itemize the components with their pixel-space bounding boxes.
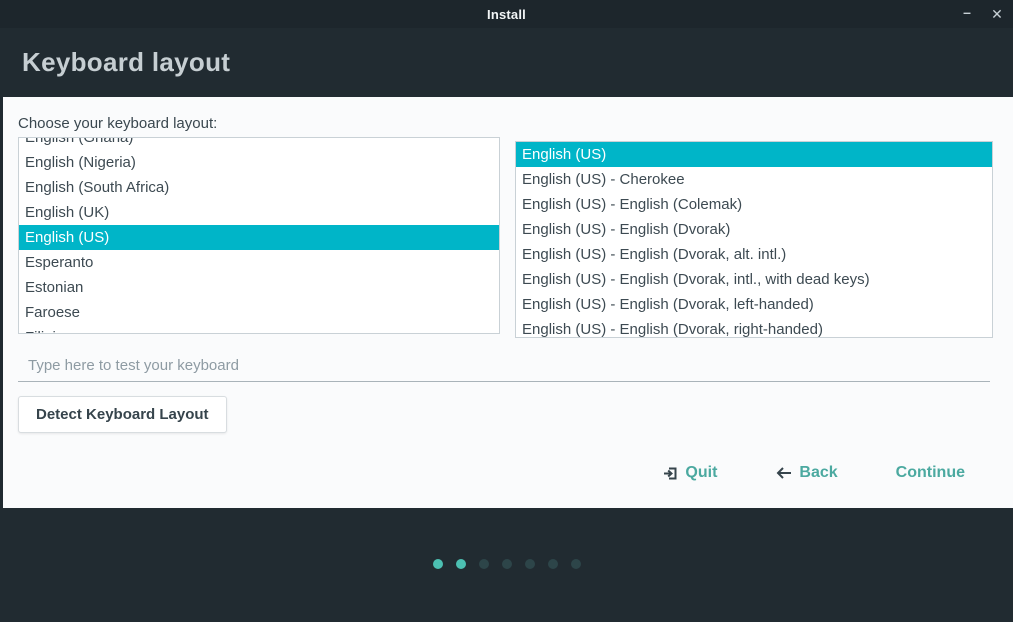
variant-option[interactable]: English (US) - English (Dvorak, alt. int… bbox=[516, 242, 992, 267]
continue-label: Continue bbox=[896, 464, 965, 482]
progress-dot bbox=[548, 559, 558, 569]
layout-listbox[interactable]: English (Ghana)English (Nigeria)English … bbox=[18, 137, 500, 334]
back-label: Back bbox=[799, 464, 837, 482]
quit-button[interactable]: Quit bbox=[662, 464, 717, 482]
content-panel: Choose your keyboard layout: English (Gh… bbox=[0, 97, 1013, 508]
titlebar: Install – ✕ bbox=[0, 0, 1013, 28]
keyboard-lists: English (Ghana)English (Nigeria)English … bbox=[18, 137, 993, 338]
layout-option[interactable]: Filipino bbox=[19, 325, 499, 334]
footer bbox=[0, 508, 1013, 622]
back-button[interactable]: Back bbox=[775, 464, 837, 482]
minimize-icon[interactable]: – bbox=[959, 4, 975, 20]
window-controls: – ✕ bbox=[959, 0, 1005, 28]
wizard-actions: Quit Back Continue bbox=[662, 464, 965, 482]
progress-dot bbox=[433, 559, 443, 569]
layout-option[interactable]: English (Nigeria) bbox=[19, 150, 499, 175]
layout-option[interactable]: Esperanto bbox=[19, 250, 499, 275]
variant-listbox[interactable]: English (US)English (US) - CherokeeEngli… bbox=[515, 141, 993, 338]
layout-option[interactable]: English (Ghana) bbox=[19, 137, 499, 150]
progress-dot bbox=[456, 559, 466, 569]
layout-option[interactable]: Estonian bbox=[19, 275, 499, 300]
window-title: Install bbox=[487, 7, 526, 22]
variant-option[interactable]: English (US) - English (Dvorak) bbox=[516, 217, 992, 242]
quit-exit-icon bbox=[662, 465, 679, 482]
variant-option[interactable]: English (US) - English (Dvorak, left-han… bbox=[516, 292, 992, 317]
variant-option[interactable]: English (US) - English (Dvorak, intl., w… bbox=[516, 267, 992, 292]
layout-option[interactable]: English (UK) bbox=[19, 200, 499, 225]
page-header: Keyboard layout bbox=[0, 28, 1013, 97]
quit-label: Quit bbox=[685, 464, 717, 482]
progress-dot bbox=[502, 559, 512, 569]
progress-dot bbox=[571, 559, 581, 569]
progress-dot bbox=[479, 559, 489, 569]
continue-button[interactable]: Continue bbox=[896, 464, 965, 482]
detect-keyboard-layout-button[interactable]: Detect Keyboard Layout bbox=[18, 396, 227, 433]
layout-option[interactable]: Faroese bbox=[19, 300, 499, 325]
progress-dot bbox=[525, 559, 535, 569]
keyboard-test-input[interactable] bbox=[18, 349, 990, 382]
progress-dots bbox=[433, 559, 581, 569]
layout-option[interactable]: English (US) bbox=[19, 225, 499, 250]
keyboard-layout-prompt: Choose your keyboard layout: bbox=[18, 97, 993, 132]
variant-option[interactable]: English (US) - English (Dvorak, right-ha… bbox=[516, 317, 992, 338]
variant-option[interactable]: English (US) bbox=[516, 142, 992, 167]
layout-option[interactable]: English (South Africa) bbox=[19, 175, 499, 200]
variant-option[interactable]: English (US) - Cherokee bbox=[516, 167, 992, 192]
variant-option[interactable]: English (US) - English (Colemak) bbox=[516, 192, 992, 217]
page-title: Keyboard layout bbox=[22, 47, 230, 78]
close-icon[interactable]: ✕ bbox=[989, 6, 1005, 22]
back-arrow-icon bbox=[775, 466, 793, 480]
